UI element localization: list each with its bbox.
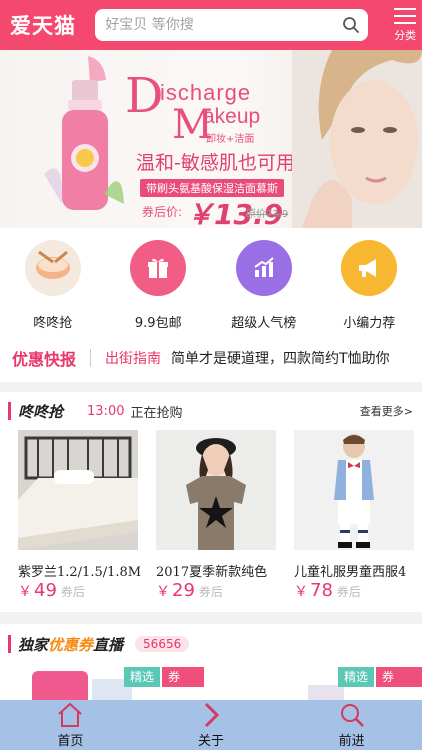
banner-price-label: 券后价: — [142, 205, 183, 219]
coupon-count-badge: 56656 — [135, 636, 190, 652]
coupon-badge: 券 ￥3 — [376, 667, 422, 704]
drum-icon — [24, 240, 81, 296]
product-card[interactable]: 儿童礼服男童西服4 ￥ 78 券后 — [276, 430, 422, 610]
search-input[interactable] — [105, 17, 335, 33]
gift-icon — [130, 240, 187, 296]
menu-icon — [394, 7, 417, 24]
price-suffix: 券后 — [198, 585, 223, 599]
home-icon — [58, 702, 83, 727]
search-box[interactable] — [95, 9, 369, 41]
flash-sale-status: 正在抢购 — [130, 405, 183, 421]
nav-about[interactable]: 关于 — [141, 700, 282, 750]
coupon-live-header: 独家优惠券直播 56656 — [0, 627, 422, 661]
promo-banner[interactable]: D ischarge M akeup 卸妆+洁面 温和-敏感肌也可用 带刷头氨基… — [0, 50, 422, 228]
product-card[interactable]: 紫罗兰1.2/1.5/1.8M ￥ 49 券后 — [0, 430, 141, 610]
product-price: ￥ 29 券后 — [156, 580, 223, 601]
coupon-live-title-highlight: 优惠券 — [48, 635, 94, 654]
price-suffix: 券后 — [60, 585, 85, 599]
category-shortcuts: 咚咚抢 9.9包邮 超级人气榜 小编力荐 — [0, 234, 422, 332]
banner-slogan: 温和-敏感肌也可用 — [136, 152, 295, 174]
price-value: 49 — [34, 580, 57, 601]
category-popular-ranking[interactable]: 超级人气榜 — [211, 234, 317, 332]
news-tag: 出街指南 — [105, 351, 162, 367]
top-bar: 爱天猫 分类 — [0, 0, 422, 50]
kids-suit-product-image — [294, 430, 414, 550]
section-marker — [8, 635, 11, 653]
trend-chart-icon — [235, 240, 292, 296]
pick-badge: 精选 — [124, 667, 161, 687]
product-name: 紫罗兰1.2/1.5/1.8M — [18, 565, 142, 580]
bottom-navigation: 首页 关于 前进 — [0, 700, 422, 750]
coupon-card-list: 精选 券 ￥15 精选 券 ￥3 — [0, 665, 422, 705]
chevron-right-icon — [204, 702, 220, 727]
product-card[interactable]: 2017夏季新款纯色 ￥ 29 券后 — [138, 430, 276, 610]
category-label: 小编力荐 — [343, 316, 396, 331]
section-divider — [0, 382, 422, 392]
coupon-card[interactable]: 精选 券 ￥3 — [218, 665, 422, 705]
news-heading: 优惠快报 — [12, 350, 77, 369]
coupon-card[interactable]: 精选 券 ￥15 — [8, 665, 204, 705]
flash-sale-products: 紫罗兰1.2/1.5/1.8M ￥ 49 券后 2017夏季新款纯色 ￥ 29 券后 — [0, 430, 422, 610]
price-suffix: 券后 — [336, 585, 361, 599]
price-currency: ￥ — [156, 584, 170, 600]
tshirt-product-image — [156, 430, 276, 550]
news-ticker[interactable]: 优惠快报 出街指南 简单才是硬道理，四款简约T恤助你 — [0, 344, 422, 372]
model-face-image — [292, 50, 422, 228]
product-price: ￥ 49 券后 — [18, 580, 85, 601]
price-currency: ￥ — [18, 584, 32, 600]
flash-sale-header: 咚咚抢 13:00 正在抢购 查看更多> — [0, 394, 422, 428]
coupon-live-title: 独家优惠券直播 — [18, 634, 123, 655]
nav-home[interactable]: 首页 — [0, 700, 141, 750]
nav-label: 关于 — [198, 733, 225, 749]
coupon-badge: 券 ￥15 — [162, 667, 204, 704]
flash-sale-time: 13:00 — [87, 403, 125, 419]
product-name: 儿童礼服男童西服4 — [294, 565, 407, 580]
megaphone-icon — [341, 240, 398, 296]
section-divider — [0, 612, 422, 624]
news-divider — [90, 349, 92, 367]
cleanser-bottle-image — [44, 56, 124, 210]
price-value: 78 — [310, 580, 333, 601]
banner-heading-initial-d: D — [125, 68, 164, 124]
news-headline[interactable]: 简单才是硬道理，四款简约T恤助你 — [171, 348, 390, 368]
category-9-9-free-shipping[interactable]: 9.9包邮 — [106, 234, 212, 332]
product-name: 2017夏季新款纯色 — [156, 565, 268, 580]
mattress-product-image — [18, 430, 138, 550]
section-marker — [8, 402, 11, 420]
coupon-live-title-prefix: 独家 — [18, 635, 49, 654]
banner-subheading: 卸妆+洁面 — [206, 134, 255, 145]
banner-heading-line2: akeup — [203, 105, 261, 128]
flash-sale-title: 咚咚抢 — [18, 402, 64, 421]
banner-original-price: 原价73.9 — [246, 209, 289, 220]
nav-label: 前进 — [338, 733, 365, 749]
price-value: 29 — [172, 580, 195, 601]
category-label: 超级人气榜 — [231, 316, 297, 331]
category-editor-picks[interactable]: 小编力荐 — [317, 234, 422, 332]
search-icon[interactable] — [334, 10, 368, 40]
view-more-link[interactable]: 查看更多> — [360, 403, 413, 419]
category-menu-button[interactable]: 分类 — [388, 7, 422, 43]
coupon-live-title-suffix: 直播 — [93, 635, 124, 654]
product-price: ￥ 78 券后 — [294, 580, 361, 601]
pick-badge: 精选 — [338, 667, 375, 687]
search-icon — [340, 703, 364, 727]
category-label: 9.9包邮 — [134, 316, 182, 331]
nav-forward[interactable]: 前进 — [281, 700, 422, 750]
menu-label: 分类 — [394, 28, 417, 42]
category-label: 咚咚抢 — [33, 316, 73, 331]
nav-label: 首页 — [57, 733, 84, 749]
price-currency: ￥ — [294, 584, 308, 600]
category-dongdongqiang[interactable]: 咚咚抢 — [0, 234, 106, 332]
app-logo[interactable]: 爱天猫 — [10, 10, 79, 40]
